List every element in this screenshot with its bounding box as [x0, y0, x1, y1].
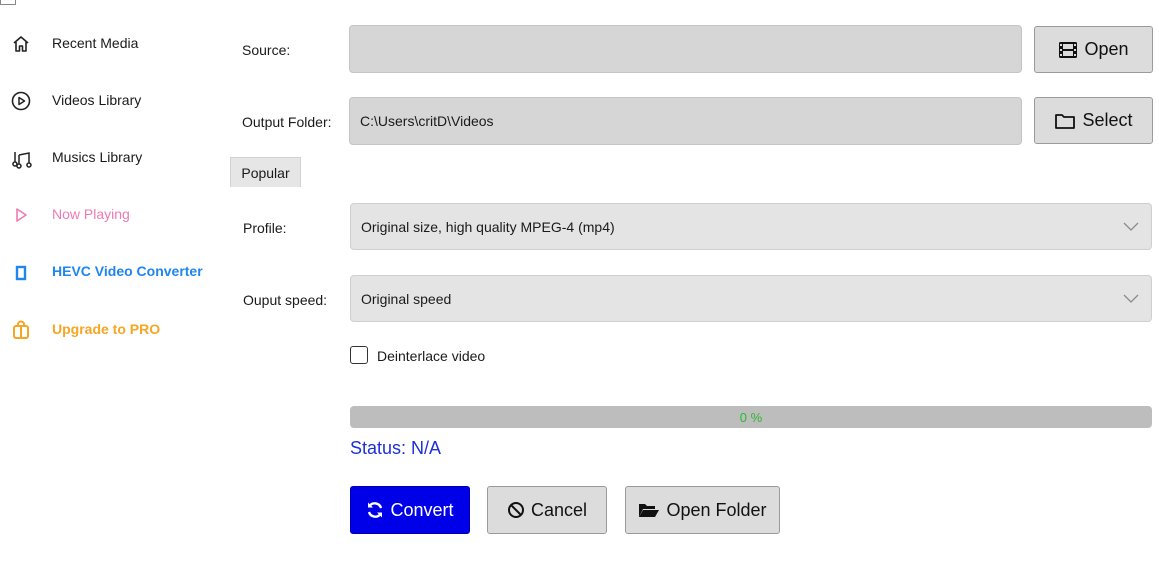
sidebar-item-label: Now Playing — [52, 206, 130, 222]
cancel-button-label: Cancel — [530, 499, 588, 520]
output-speed-label: Ouput speed: — [243, 292, 328, 308]
cancel-button[interactable]: Cancel — [487, 486, 607, 534]
profile-select-value: Original size, high quality MPEG-4 (mp4) — [361, 218, 615, 235]
folder-open-icon — [638, 501, 660, 519]
library-icon — [0, 0, 16, 5]
progress-text: 0 % — [739, 409, 763, 425]
chevron-down-icon — [1123, 219, 1139, 235]
output-speed-select[interactable]: Original speed — [350, 275, 1152, 322]
output-folder-field[interactable]: C:\Users\critD\Videos — [349, 97, 1022, 145]
sidebar-item-label: Musics Library — [52, 149, 143, 165]
tab-popular[interactable]: Popular — [230, 157, 301, 187]
home-icon — [10, 33, 32, 55]
chevron-down-icon — [1123, 291, 1139, 307]
sidebar-item-label: HEVC Video Converter — [52, 263, 203, 279]
open-button-label: Open — [1084, 39, 1129, 59]
converter-icon — [10, 261, 32, 283]
open-button[interactable]: Open — [1034, 26, 1153, 73]
sidebar-item-recent-media[interactable]: Recent Media — [0, 27, 220, 63]
select-button-label: Select — [1082, 110, 1133, 130]
sync-icon — [366, 501, 384, 519]
output-speed-select-value: Original speed — [361, 290, 452, 307]
sidebar-item-hevc-video-converter[interactable]: HEVC Video Converter — [0, 255, 220, 291]
progress-bar: 0 % — [350, 406, 1152, 428]
source-label: Source: — [242, 42, 291, 58]
music-note-icon — [10, 147, 32, 169]
output-folder-label: Output Folder: — [242, 114, 332, 130]
sidebar-item-label: Recent Media — [52, 35, 139, 51]
deinterlace-label: Deinterlace video — [377, 348, 486, 364]
folder-icon — [1054, 112, 1076, 130]
sidebar: Recent Media Videos Library Musics Libra… — [0, 0, 225, 576]
sidebar-item-now-playing[interactable]: Now Playing — [0, 198, 220, 234]
status-text: Status: N/A — [350, 438, 442, 458]
sidebar-item-label: Videos Library — [52, 92, 142, 108]
gift-bag-icon — [10, 319, 32, 341]
sidebar-item-musics-library[interactable]: Musics Library — [0, 141, 220, 177]
select-button[interactable]: Select — [1034, 97, 1153, 144]
convert-button-label: Convert — [390, 499, 454, 520]
ban-icon — [507, 501, 525, 519]
open-folder-button[interactable]: Open Folder — [625, 486, 780, 534]
open-folder-button-label: Open Folder — [666, 499, 767, 520]
profile-label: Profile: — [243, 220, 287, 236]
film-icon — [1058, 41, 1078, 59]
profile-select[interactable]: Original size, high quality MPEG-4 (mp4) — [350, 203, 1152, 250]
sidebar-item-videos-library[interactable]: Videos Library — [0, 84, 220, 120]
play-circle-icon — [10, 90, 32, 112]
deinterlace-checkbox[interactable] — [350, 346, 368, 364]
convert-button[interactable]: Convert — [350, 486, 470, 534]
play-triangle-icon — [10, 204, 32, 226]
sidebar-item-upgrade-to-pro[interactable]: Upgrade to PRO — [0, 313, 220, 349]
source-field[interactable] — [349, 25, 1022, 73]
sidebar-item-label: Upgrade to PRO — [52, 321, 161, 337]
